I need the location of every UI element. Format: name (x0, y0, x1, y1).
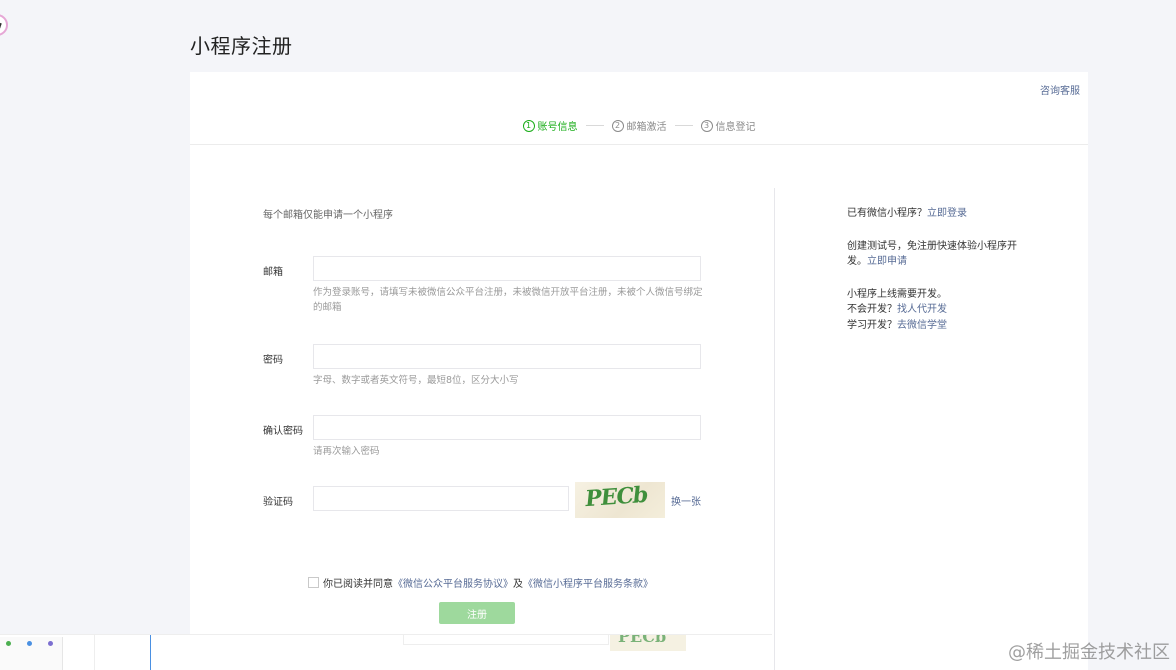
dev-block: 小程序上线需要开发。 不会开发？找人代开发 学习开发？去微信学堂 (847, 287, 1017, 334)
email-label: 邮箱 (263, 267, 283, 278)
dev-line2-prefix: 不会开发？ (847, 304, 897, 315)
form-intro: 每个邮箱仅能申请一个小程序 (263, 210, 393, 221)
dev-line1: 小程序上线需要开发。 (847, 288, 947, 300)
step-info-registration: 3 信息登记 (700, 118, 756, 133)
captcha-image[interactable]: PECb (575, 482, 665, 518)
apply-test-link[interactable]: 立即申请 (867, 256, 907, 267)
overlay-cursor-line (150, 635, 151, 670)
wechat-school-link[interactable]: 去微信学堂 (897, 320, 947, 331)
captcha-label: 验证码 (263, 497, 293, 508)
overlay-strip: PECb (0, 634, 772, 670)
step-number-1: 1 (522, 119, 535, 132)
register-button[interactable]: 注册 (439, 602, 515, 624)
thumbnail-dot (48, 641, 53, 646)
password-label: 密码 (263, 355, 283, 366)
overlay-divider (94, 635, 95, 670)
password-hint: 字母、数字或者英文符号，最短8位，区分大小写 (313, 375, 519, 386)
side-panel: 已有微信小程序？立即登录 创建测试号，免注册快速体验小程序开 发。立即申请 小程… (847, 206, 1017, 350)
screen: 小程序注册 咨询客服 1 账号信息 2 邮箱激活 3 信息登记 每个邮箱仅能申请… (0, 0, 1176, 670)
test-account-block: 创建测试号，免注册快速体验小程序开 发。立即申请 (847, 239, 1017, 270)
agreement-middle: 及 (513, 579, 523, 590)
step-account-info: 1 账号信息 (522, 118, 578, 133)
step-label: 信息登记 (715, 122, 756, 133)
step-email-activation: 2 邮箱激活 (611, 118, 667, 133)
agreement-prefix: 你已阅读并同意 (323, 579, 393, 590)
confirm-password-field[interactable] (313, 415, 701, 440)
agreement-checkbox[interactable] (308, 577, 319, 588)
login-block: 已有微信小程序？立即登录 (847, 206, 1017, 222)
find-developer-link[interactable]: 找人代开发 (897, 304, 947, 315)
email-hint: 作为登录账号，请填写未被微信公众平台注册，未被微信开放平台注册，未被个人微信号绑… (313, 287, 703, 313)
has-account-text: 已有微信小程序？ (847, 208, 927, 219)
step-indicator: 1 账号信息 2 邮箱激活 3 信息登记 (190, 118, 1088, 133)
step-connector (674, 125, 693, 126)
agreement-row: 你已阅读并同意 《微信公众平台服务协议》 及 《微信小程序平台服务条款》 (308, 575, 653, 590)
page-title: 小程序注册 (190, 34, 293, 58)
help-link[interactable]: 咨询客服 (1040, 82, 1080, 97)
test-text-line1: 创建测试号，免注册快速体验小程序开 (847, 240, 1017, 252)
browser-extension-icon[interactable] (0, 14, 8, 36)
platform-terms-link[interactable]: 《微信小程序平台服务条款》 (523, 575, 653, 590)
email-field[interactable] (313, 256, 701, 281)
dev-line3-prefix: 学习开发？ (847, 319, 897, 331)
ghost-captcha-input (403, 635, 609, 645)
test-text-line2: 发。 (847, 256, 867, 267)
thumbnail-preview[interactable] (0, 637, 63, 670)
step-label: 邮箱激活 (626, 122, 667, 133)
ghost-captcha-image: PECb (610, 635, 686, 651)
header-divider (190, 144, 1088, 145)
step-number-2: 2 (611, 119, 624, 132)
step-connector (585, 125, 604, 126)
watermark: @稀土掘金技术社区 (1008, 642, 1170, 663)
confirm-password-hint: 请再次输入密码 (313, 446, 380, 457)
step-label: 账号信息 (537, 122, 578, 133)
password-field[interactable] (313, 344, 701, 369)
captcha-field[interactable] (313, 486, 569, 511)
captcha-refresh-link[interactable]: 换一张 (671, 493, 701, 508)
confirm-password-label: 确认密码 (263, 426, 303, 437)
column-divider (774, 188, 775, 670)
step-number-3: 3 (700, 119, 713, 132)
login-link[interactable]: 立即登录 (927, 208, 967, 219)
thumbnail-dot (6, 641, 11, 646)
thumbnail-dot (27, 641, 32, 646)
captcha-image-text: PECb (583, 482, 649, 513)
registration-card: 咨询客服 1 账号信息 2 邮箱激活 3 信息登记 每个邮箱仅能申请一个小程序 … (190, 72, 1088, 670)
service-agreement-link[interactable]: 《微信公众平台服务协议》 (393, 575, 513, 590)
